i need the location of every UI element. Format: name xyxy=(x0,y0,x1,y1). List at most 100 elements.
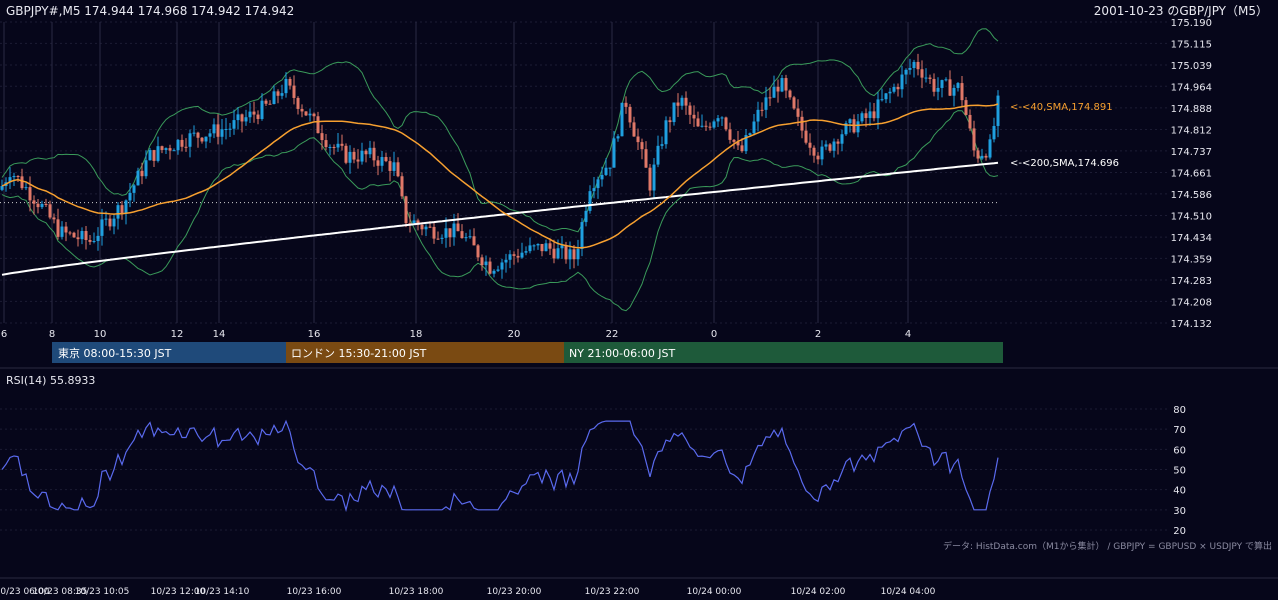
candle-body xyxy=(424,226,428,230)
candle-body xyxy=(612,138,616,168)
candle-body xyxy=(968,114,972,129)
candle-body xyxy=(568,249,572,260)
candle-body xyxy=(356,159,360,162)
candle-body xyxy=(864,113,868,118)
data-source-note: データ: HistData.com（M1から集計） / GBPJPY = GBP… xyxy=(943,540,1272,552)
candle-body xyxy=(900,74,904,90)
candle-body xyxy=(716,118,720,122)
candle-body xyxy=(524,251,528,253)
candle-body xyxy=(576,248,580,260)
candle-body xyxy=(100,219,104,236)
candle-body xyxy=(776,86,780,92)
candle-body xyxy=(88,239,92,242)
candle-body xyxy=(908,68,912,70)
candle-body xyxy=(316,116,320,134)
candle-body xyxy=(28,187,32,201)
candle-body xyxy=(884,93,888,100)
candle-body xyxy=(232,120,236,129)
candle-body xyxy=(48,204,52,218)
candle-body xyxy=(824,144,828,147)
candle-body xyxy=(788,90,792,98)
candle-body xyxy=(944,79,948,81)
candle-body xyxy=(136,170,140,186)
rsi-tick-label: 20 xyxy=(1173,526,1186,537)
candle-body xyxy=(344,145,348,163)
candle-body xyxy=(572,249,576,260)
price-tick-label: 174.132 xyxy=(1171,319,1212,330)
candle-body xyxy=(384,157,388,162)
candle-body xyxy=(928,77,932,79)
price-tick-label: 175.039 xyxy=(1171,61,1212,72)
candle-body xyxy=(540,243,544,252)
price-tick-label: 174.283 xyxy=(1171,276,1212,287)
candle-body xyxy=(68,232,72,234)
candle-body xyxy=(636,136,640,143)
rsi-series-line xyxy=(1,419,999,513)
candle-body xyxy=(116,205,120,219)
candle-body xyxy=(120,205,124,214)
candle-body xyxy=(264,100,268,104)
candle-body xyxy=(428,226,432,228)
candle-body xyxy=(876,99,880,119)
hour-tick-label: 16 xyxy=(308,329,321,340)
candle-body xyxy=(56,219,60,237)
candle-body xyxy=(772,86,776,98)
hour-tick-label: 2 xyxy=(815,329,821,340)
candle-body xyxy=(660,144,664,146)
candle-body xyxy=(280,93,284,96)
sma40-label: <-<40,SMA,174.891 xyxy=(1010,102,1113,113)
candle-body xyxy=(740,145,744,152)
candle-body xyxy=(452,223,456,238)
candle-body xyxy=(212,124,216,134)
candle-body xyxy=(228,128,232,130)
candle-body xyxy=(700,125,704,127)
candle-body xyxy=(648,167,652,191)
bottom-tick-label: 10/23 14:10 xyxy=(195,587,250,597)
candle-body xyxy=(236,114,240,121)
candle-body xyxy=(240,114,244,122)
candle-body xyxy=(556,248,560,259)
candle-body xyxy=(496,269,500,271)
candle-body xyxy=(584,210,588,223)
candle-body xyxy=(176,139,180,151)
candle-body xyxy=(684,97,688,106)
candle-body xyxy=(200,137,204,142)
candle-body xyxy=(376,160,380,166)
candle-body xyxy=(696,118,700,127)
candle-body xyxy=(420,224,424,230)
candle-body xyxy=(440,237,444,239)
candle-body xyxy=(924,77,928,79)
candle-body xyxy=(996,95,1000,126)
price-tick-label: 174.737 xyxy=(1171,147,1212,158)
candle-body xyxy=(892,86,896,92)
candle-body xyxy=(128,192,132,201)
candle-body xyxy=(184,146,188,148)
candle-body xyxy=(704,125,708,127)
candle-body xyxy=(596,179,600,189)
candle-body xyxy=(0,186,4,190)
candle-body xyxy=(292,85,296,98)
candle-body xyxy=(992,125,996,140)
candle-body xyxy=(656,145,660,165)
candle-body xyxy=(196,132,200,138)
candle-body xyxy=(564,245,568,260)
candle-body xyxy=(92,241,96,243)
candle-body xyxy=(988,139,992,158)
candle-body xyxy=(204,136,208,142)
candle-body xyxy=(352,151,356,160)
candle-body xyxy=(300,108,304,112)
candle-body xyxy=(952,87,956,96)
hour-tick-label: 22 xyxy=(606,329,619,340)
candle-body xyxy=(780,78,784,92)
candle-body xyxy=(868,111,872,118)
candle-body xyxy=(712,121,716,128)
candle-body xyxy=(580,222,584,249)
hour-axis-ticks: 6 8 10 12 14 16 18 20 22 0 2 4 xyxy=(1,329,911,340)
candle-body xyxy=(600,174,604,180)
candle-body xyxy=(652,164,656,191)
candle-body xyxy=(692,114,696,119)
candle-body xyxy=(980,155,984,159)
candle-body xyxy=(764,97,768,110)
candle-body xyxy=(724,117,728,130)
candle-body xyxy=(936,87,940,92)
